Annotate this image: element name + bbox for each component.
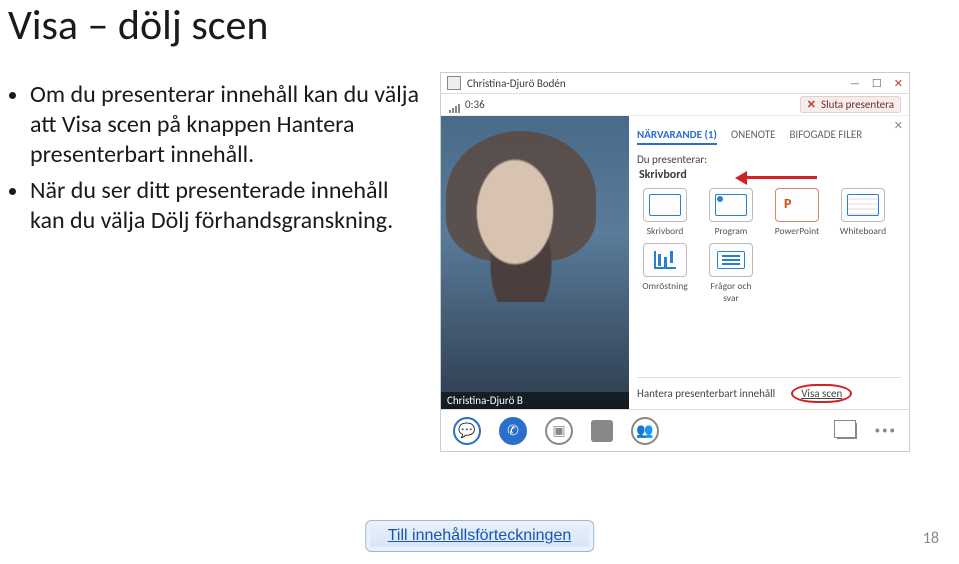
signal-time: 0:36 — [449, 98, 485, 111]
panel-tabs: NÄRVARANDE (1) ONENOTE BIFOGADE FILER — [637, 128, 901, 145]
toc-button[interactable]: Till innehållsförteckningen — [365, 520, 595, 552]
more-icon[interactable]: ••• — [875, 424, 897, 437]
bullet-item: När du ser ditt presenterade innehåll ka… — [30, 176, 428, 236]
qa-icon — [709, 243, 753, 277]
panel-close-icon[interactable]: ✕ — [894, 119, 903, 132]
option-label: Whiteboard — [840, 225, 886, 237]
video-caption: Christina-Djurö B — [441, 392, 629, 409]
video-pane: Christina-Djurö B — [441, 116, 629, 409]
chat-icon[interactable]: 💬 — [453, 417, 481, 445]
phone-icon[interactable]: ✆ — [499, 417, 527, 445]
page-title: Visa – dölj scen — [8, 0, 268, 51]
control-bar: 💬 ✆ ▣ 👥 ••• — [441, 409, 909, 451]
bullet-item: Om du presenterar innehåll kan du välja … — [30, 80, 428, 170]
video-icon[interactable]: ▣ — [545, 417, 573, 445]
window-user-name: Christina-Djurö Bodén — [467, 77, 566, 90]
close-icon[interactable]: ✕ — [894, 77, 903, 90]
tab-narvarande[interactable]: NÄRVARANDE (1) — [637, 128, 717, 145]
powerpoint-icon — [775, 188, 819, 222]
presentable-panel: ✕ NÄRVARANDE (1) ONENOTE BIFOGADE FILER … — [629, 116, 909, 409]
window-titlebar: Christina-Djurö Bodén — ☐ ✕ — [441, 73, 909, 94]
x-icon: ✕ — [807, 98, 816, 111]
program-icon — [709, 188, 753, 222]
secondary-bar: 0:36 ✕ Sluta presentera — [441, 94, 909, 116]
panel-footer: Hantera presenterbart innehåll Visa scen — [637, 377, 901, 403]
app-screenshot: Christina-Djurö Bodén — ☐ ✕ 0:36 ✕ Sluta… — [440, 72, 910, 452]
presenting-label: Du presenterar: — [637, 153, 901, 166]
option-fragor[interactable]: Frågor och svar — [703, 243, 759, 304]
desktop-icon — [643, 188, 687, 222]
present-icon[interactable] — [591, 420, 613, 442]
stop-presenting-label: Sluta presentera — [821, 98, 894, 111]
video-content — [461, 152, 581, 302]
present-options-grid: Skrivbord Program PowerPoint Whiteboard … — [637, 188, 901, 304]
tab-onenote[interactable]: ONENOTE — [731, 128, 776, 145]
option-label: Frågor och svar — [711, 280, 752, 304]
maximize-icon[interactable]: ☐ — [872, 77, 882, 90]
tab-bifogade[interactable]: BIFOGADE FILER — [789, 128, 862, 145]
minimize-icon[interactable]: — — [850, 77, 860, 90]
option-omrostning[interactable]: Omröstning — [637, 243, 693, 304]
option-whiteboard[interactable]: Whiteboard — [835, 188, 891, 237]
poll-icon — [643, 243, 687, 277]
option-label: Program — [715, 225, 748, 237]
participants-icon[interactable]: 👥 — [631, 417, 659, 445]
option-program[interactable]: Program — [703, 188, 759, 237]
option-skrivbord[interactable]: Skrivbord — [637, 188, 693, 237]
option-powerpoint[interactable]: PowerPoint — [769, 188, 825, 237]
option-label: PowerPoint — [775, 225, 819, 237]
stop-presenting-button[interactable]: ✕ Sluta presentera — [800, 96, 901, 113]
app-icon — [447, 76, 461, 90]
layout-icon[interactable] — [837, 423, 857, 439]
bullet-list: Om du presenterar innehåll kan du välja … — [8, 80, 428, 242]
page-number: 18 — [923, 529, 939, 548]
whiteboard-icon — [841, 188, 885, 222]
manage-presentable-link[interactable]: Hantera presenterbart innehåll — [637, 387, 775, 400]
annotation-arrow — [737, 170, 817, 184]
option-label: Omröstning — [642, 280, 687, 292]
visa-scen-link[interactable]: Visa scen — [791, 384, 852, 403]
call-timer: 0:36 — [465, 98, 485, 111]
option-label: Skrivbord — [647, 225, 684, 237]
signal-icon — [449, 100, 461, 109]
